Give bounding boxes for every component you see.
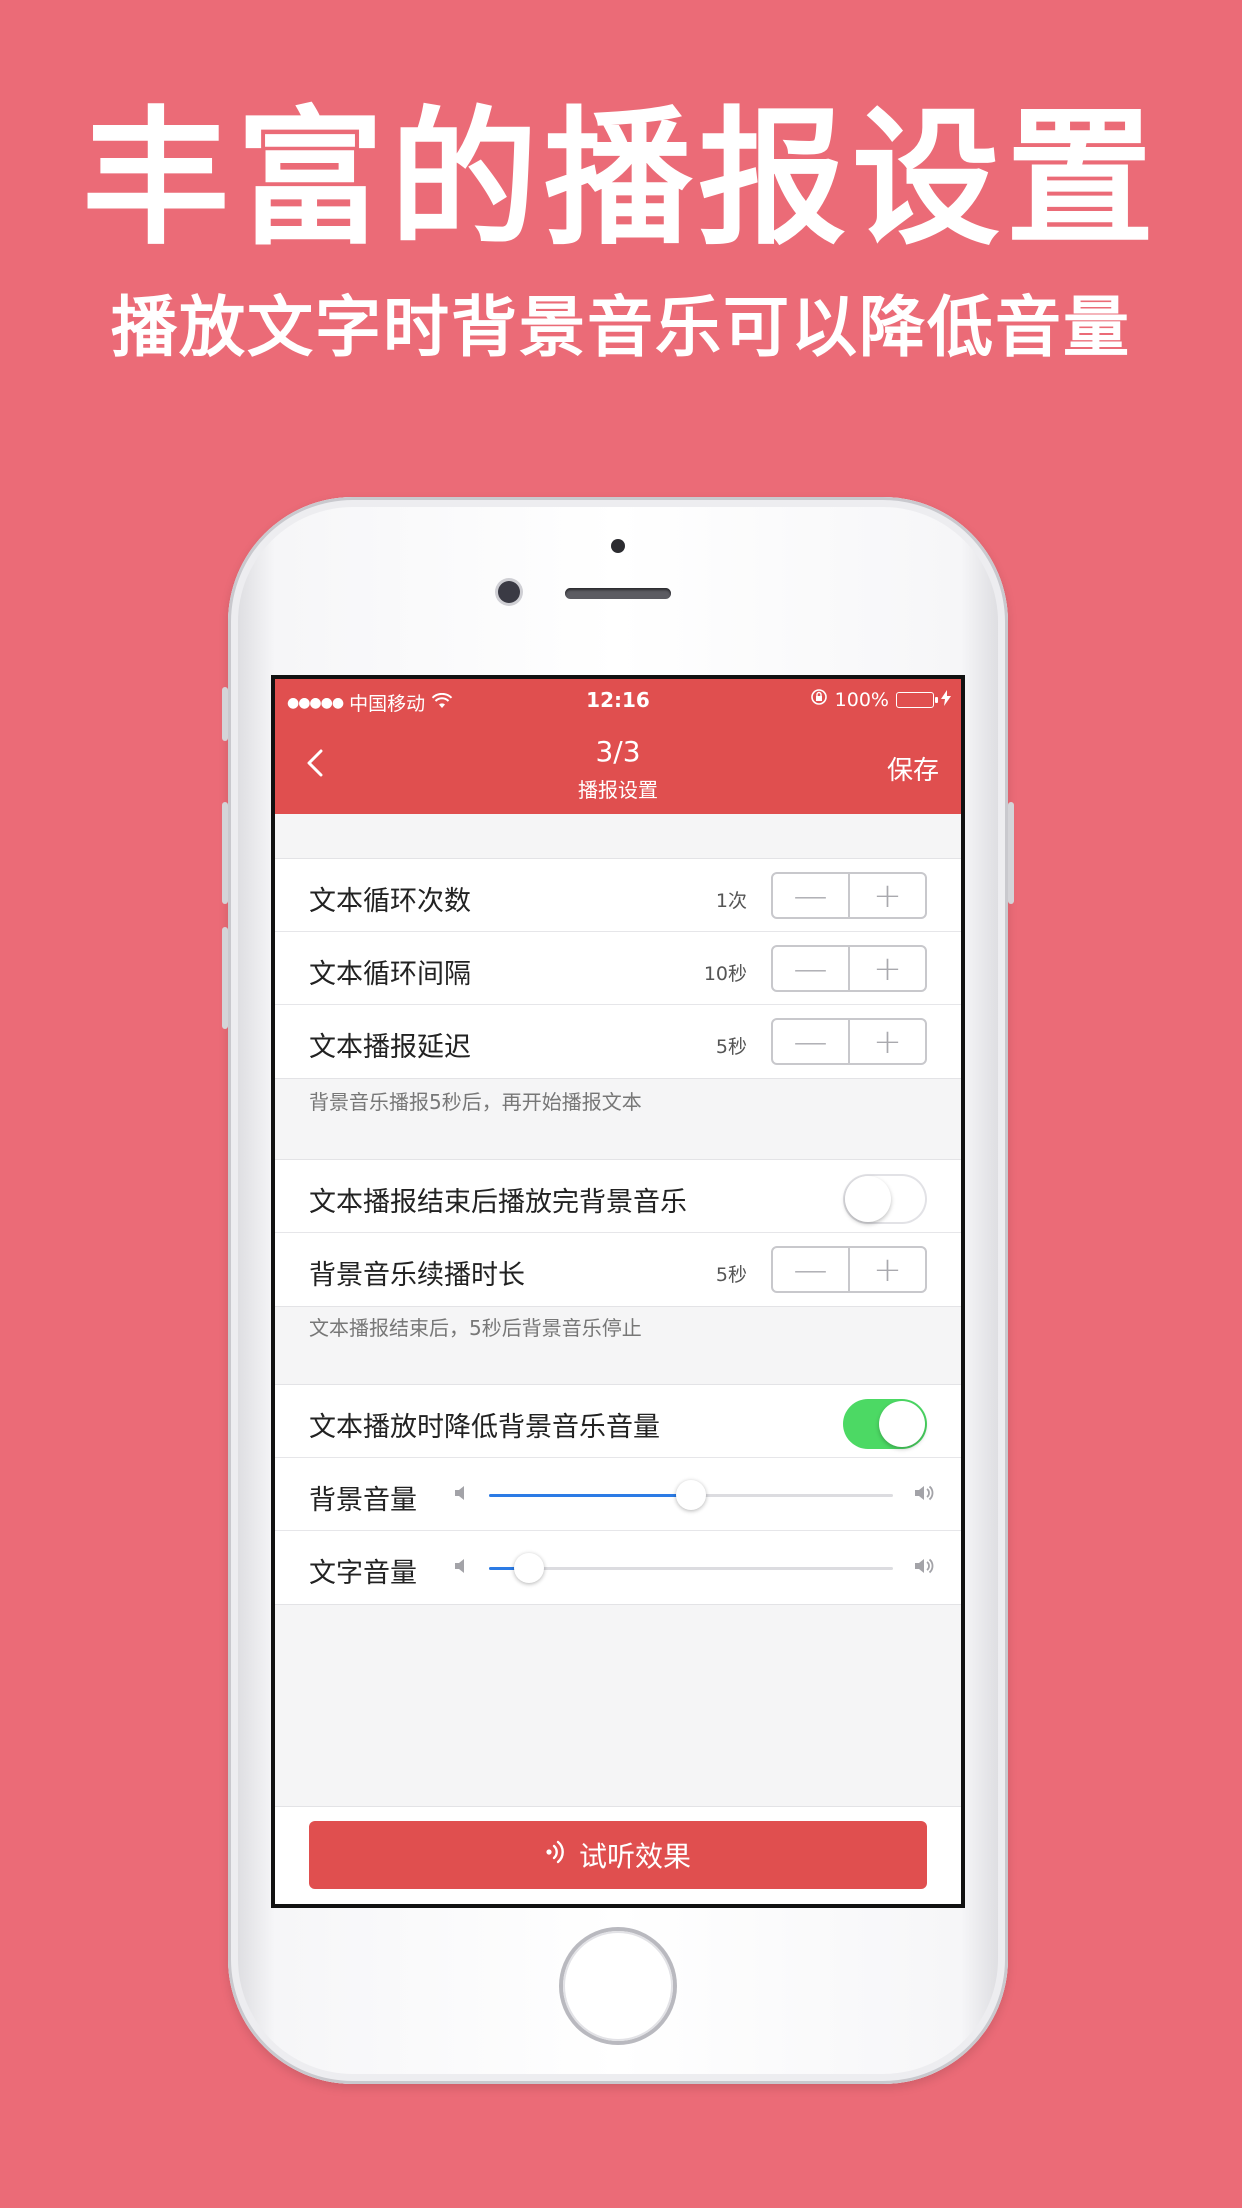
- music-continue-minus-button[interactable]: —: [773, 1248, 848, 1291]
- preview-button[interactable]: 试听效果: [309, 1821, 927, 1889]
- rotation-lock-icon: [810, 688, 828, 711]
- lower-music-switch[interactable]: [843, 1399, 927, 1449]
- loop-count-stepper: — +: [771, 872, 927, 919]
- broadcast-delay-row: 文本播报延迟 5秒 — +: [275, 1005, 961, 1078]
- loop-count-row: 文本循环次数 1次 — +: [275, 859, 961, 932]
- battery-percent: 100%: [834, 688, 889, 711]
- bottom-bar: 试听效果: [275, 1806, 961, 1904]
- loop-settings-group: 文本循环次数 1次 — + 文本循环间隔 10秒 — + 文本播报延迟 5秒 —…: [275, 858, 961, 1079]
- promo-headline: 丰富的播报设置: [82, 93, 1160, 265]
- continue-note: 文本播报结束后，5秒后背景音乐停止: [309, 1316, 642, 1340]
- loop-interval-value: 10秒: [703, 963, 747, 985]
- loop-count-value: 1次: [715, 890, 747, 912]
- loop-interval-label: 文本循环间隔: [309, 959, 471, 990]
- volume-low-icon: [453, 1484, 471, 1506]
- music-volume-slider[interactable]: [489, 1480, 893, 1510]
- finish-music-switch[interactable]: [843, 1174, 927, 1224]
- promo-subline: 播放文字时背景音乐可以降低音量: [111, 289, 1131, 366]
- text-volume-thumb[interactable]: [514, 1553, 545, 1583]
- preview-button-label: 试听效果: [578, 1840, 691, 1873]
- broadcast-delay-stepper: — +: [771, 1018, 927, 1065]
- lower-music-row: 文本播放时降低背景音乐音量: [275, 1385, 961, 1458]
- background-music-group: 文本播报结束后播放完背景音乐 背景音乐续播时长 5秒 — +: [275, 1159, 961, 1307]
- volume-group: 文本播放时降低背景音乐音量 背景音量 文字音量: [275, 1384, 961, 1605]
- music-continue-label: 背景音乐续播时长: [309, 1260, 525, 1291]
- volume-high-icon: [913, 1484, 935, 1506]
- loop-count-minus-button[interactable]: —: [773, 874, 848, 917]
- battery-icon: [896, 691, 938, 708]
- loop-count-plus-button[interactable]: +: [848, 874, 925, 917]
- finish-music-row: 文本播报结束后播放完背景音乐: [275, 1160, 961, 1233]
- loop-count-label: 文本循环次数: [309, 886, 471, 917]
- volume-low-icon: [453, 1557, 471, 1579]
- volume-up-button: [222, 802, 228, 904]
- loop-interval-plus-button[interactable]: +: [848, 947, 925, 990]
- broadcast-delay-plus-button[interactable]: +: [848, 1020, 925, 1063]
- finish-music-label: 文本播报结束后播放完背景音乐: [309, 1187, 687, 1218]
- music-volume-row: 背景音量: [275, 1458, 961, 1531]
- power-button: [1008, 802, 1014, 904]
- earpiece-speaker: [565, 588, 671, 599]
- loop-interval-minus-button[interactable]: —: [773, 947, 848, 990]
- music-volume-label: 背景音量: [309, 1485, 417, 1516]
- sound-wave-icon: [545, 1839, 565, 1872]
- music-volume-thumb[interactable]: [676, 1480, 706, 1510]
- save-button[interactable]: 保存: [887, 750, 939, 787]
- volume-high-icon: [913, 1557, 935, 1579]
- delay-note: 背景音乐播报5秒后，再开始播报文本: [309, 1090, 642, 1114]
- step-indicator: 3/3: [595, 735, 641, 768]
- broadcast-delay-label: 文本播报延迟: [309, 1032, 471, 1063]
- music-continue-value: 5秒: [715, 1264, 747, 1286]
- mute-switch: [222, 687, 228, 741]
- music-continue-row: 背景音乐续播时长 5秒 — +: [275, 1233, 961, 1306]
- phone-screen: ●●●●● 中国移动 12:16 100% 3/3 播报设置 保存 文本循环次数…: [271, 675, 965, 1908]
- text-volume-row: 文字音量: [275, 1531, 961, 1604]
- navigation-bar: 3/3 播报设置 保存: [275, 717, 961, 814]
- loop-interval-stepper: — +: [771, 945, 927, 992]
- loop-interval-row: 文本循环间隔 10秒 — +: [275, 932, 961, 1005]
- lower-music-label: 文本播放时降低背景音乐音量: [309, 1412, 660, 1443]
- music-continue-plus-button[interactable]: +: [848, 1248, 925, 1291]
- status-bar: ●●●●● 中国移动 12:16 100%: [275, 679, 961, 717]
- volume-down-button: [222, 927, 228, 1029]
- broadcast-delay-value: 5秒: [715, 1036, 747, 1058]
- broadcast-delay-minus-button[interactable]: —: [773, 1020, 848, 1063]
- front-camera: [498, 581, 520, 603]
- top-bar: ●●●●● 中国移动 12:16 100% 3/3 播报设置 保存: [275, 679, 961, 814]
- text-volume-label: 文字音量: [309, 1558, 417, 1589]
- page-title: 播报设置: [578, 778, 658, 802]
- text-volume-slider[interactable]: [489, 1553, 893, 1583]
- music-continue-stepper: — +: [771, 1246, 927, 1293]
- charging-icon: [941, 689, 951, 711]
- home-button: [563, 1931, 673, 2041]
- proximity-sensor: [611, 539, 625, 553]
